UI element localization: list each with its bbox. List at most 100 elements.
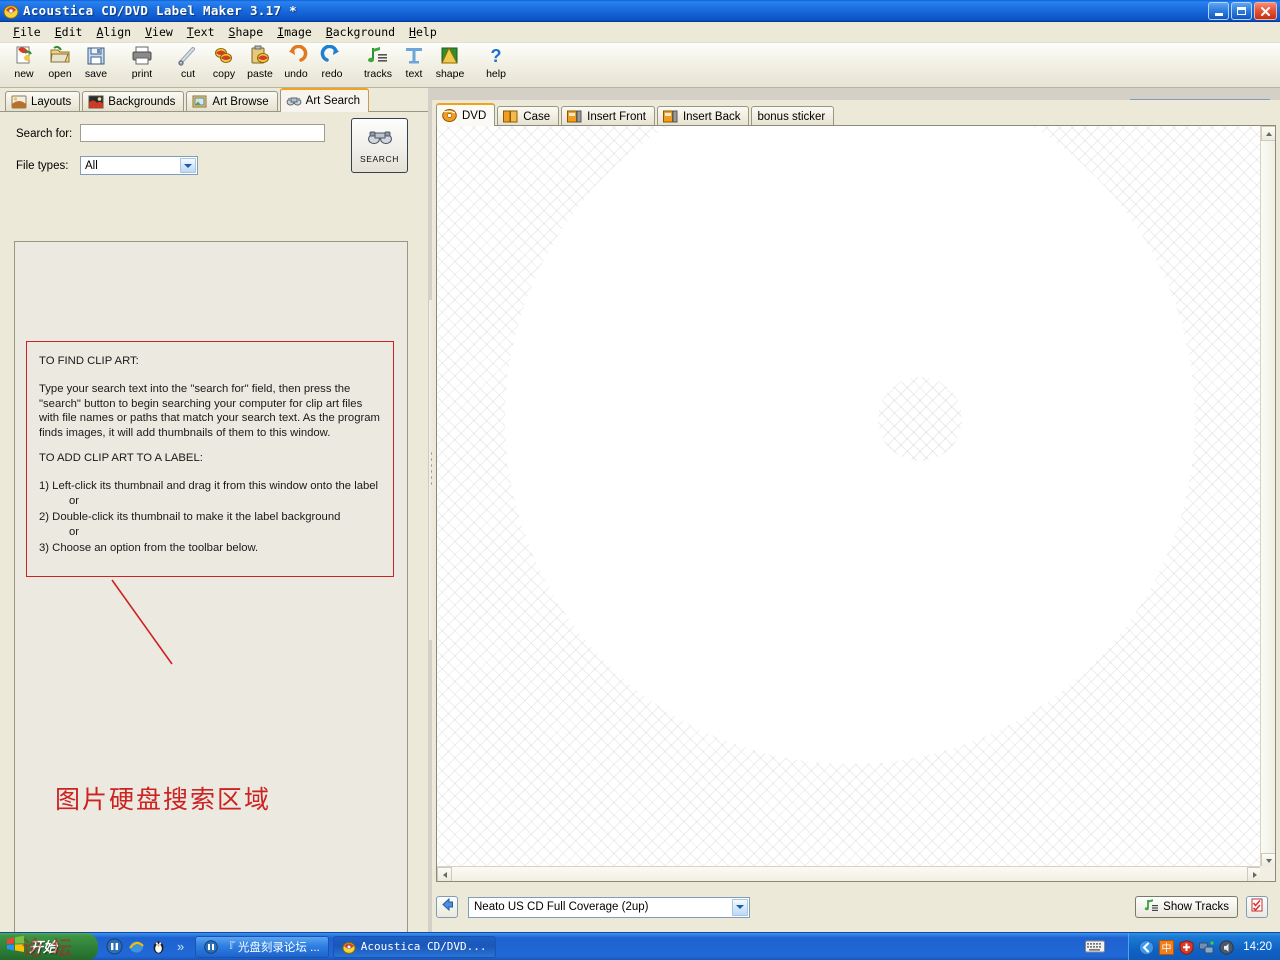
- checklist-button[interactable]: [1246, 896, 1268, 918]
- toolbar-button-redo[interactable]: redo: [314, 44, 350, 80]
- instructions-heading-2: TO ADD CLIP ART TO A LABEL:: [39, 452, 203, 465]
- media-player-icon[interactable]: [106, 938, 123, 955]
- toolbar-button-new[interactable]: new: [6, 45, 42, 80]
- disc-icon: [442, 109, 457, 122]
- menu-text[interactable]: Text: [180, 23, 222, 41]
- toolbar-button-paste[interactable]: paste: [242, 45, 278, 80]
- copy-icon: [212, 45, 236, 67]
- toolbar-label-paste: paste: [247, 68, 273, 80]
- instructions-item-1: 1) Left-click its thumbnail and drag it …: [39, 479, 379, 492]
- tab-dvd[interactable]: DVD: [436, 103, 496, 126]
- toolbar-button-text[interactable]: text: [396, 45, 432, 80]
- show-tracks-button[interactable]: Show Tracks: [1135, 896, 1238, 918]
- task-button-forum-label: 『 光盘刻录论坛 ...: [223, 941, 320, 954]
- start-button[interactable]: 开始: [0, 932, 98, 960]
- instructions-or-1: or: [69, 495, 80, 508]
- canvas-vertical-scrollbar[interactable]: [1260, 126, 1275, 868]
- insert-front-icon: [567, 110, 582, 123]
- task-button-acoustica[interactable]: Acoustica CD/DVD...: [332, 935, 496, 958]
- tab-art-browse[interactable]: Art Browse: [186, 91, 278, 112]
- scroll-up-button[interactable]: [1261, 126, 1275, 141]
- qq-penguin-icon[interactable]: [150, 938, 167, 955]
- minimize-button[interactable]: [1208, 2, 1229, 20]
- search-for-label: Search for:: [16, 128, 73, 140]
- application-window: Acoustica CD/DVD Label Maker 3.17 * FFil…: [0, 0, 1280, 960]
- maximize-button[interactable]: [1231, 2, 1252, 20]
- volume-icon[interactable]: [1219, 939, 1234, 955]
- menu-file[interactable]: FFileile: [6, 23, 48, 41]
- window-controls: [1208, 2, 1277, 20]
- art-results-area[interactable]: TO FIND CLIP ART: Type your search text …: [14, 241, 408, 955]
- tab-insert-back[interactable]: Insert Back: [656, 106, 750, 126]
- ie-browser-icon[interactable]: [128, 938, 145, 955]
- left-tab-strip: Layouts Backgrounds Art Browse Art Searc…: [0, 88, 428, 112]
- title-bar: Acoustica CD/DVD Label Maker 3.17 *: [0, 0, 1280, 22]
- menu-edit[interactable]: Edit: [48, 23, 90, 41]
- toolbar-button-help[interactable]: ? help: [478, 45, 514, 80]
- task-button-forum[interactable]: 『 光盘刻录论坛 ...: [195, 935, 329, 958]
- toolbar-button-copy[interactable]: copy: [206, 45, 242, 80]
- right-tab-strip: DVD Case Insert Front Insert Back bonus …: [436, 103, 836, 126]
- binoculars-icon: [286, 94, 302, 108]
- back-button[interactable]: [436, 896, 458, 918]
- tab-art-search[interactable]: Art Search: [279, 88, 369, 112]
- toolbar-label-undo: undo: [284, 68, 308, 80]
- paper-type-select[interactable]: Neato US CD Full Coverage (2up): [468, 896, 750, 918]
- tab-case[interactable]: Case: [497, 106, 560, 126]
- chevron-down-icon[interactable]: [180, 158, 196, 173]
- search-button[interactable]: SEARCH: [351, 118, 408, 173]
- instructions-box: TO FIND CLIP ART: Type your search text …: [26, 341, 394, 577]
- menu-shape[interactable]: Shape: [222, 23, 271, 41]
- app-icon: [342, 940, 356, 954]
- tab-bonus-sticker[interactable]: bonus sticker: [751, 106, 835, 126]
- quick-launch-bar: »: [106, 938, 189, 955]
- dvd-disc-shape[interactable]: [505, 126, 1195, 764]
- tab-backgrounds[interactable]: Backgrounds: [82, 91, 185, 112]
- label-canvas-container[interactable]: [436, 125, 1276, 882]
- search-input-field[interactable]: [81, 127, 324, 143]
- canvas-horizontal-scrollbar[interactable]: [437, 866, 1262, 881]
- toolbar-button-undo[interactable]: undo: [278, 44, 314, 80]
- binoculars-icon: [367, 128, 393, 150]
- show-hidden-icons-icon[interactable]: [1139, 939, 1155, 955]
- open-folder-icon: [48, 45, 72, 67]
- network-icon[interactable]: [1199, 940, 1214, 955]
- shape-tool-icon: [438, 45, 462, 67]
- menu-align[interactable]: Align: [89, 23, 138, 41]
- menu-background[interactable]: Background: [319, 23, 402, 41]
- toolbar-label-tracks: tracks: [363, 68, 392, 80]
- insert-back-icon: [662, 110, 678, 123]
- start-button-label: 开始: [29, 939, 57, 956]
- toolbar-label-new: new: [14, 68, 34, 80]
- label-canvas[interactable]: [437, 126, 1262, 868]
- menu-view[interactable]: View: [138, 23, 180, 41]
- svg-text:?: ?: [491, 46, 502, 66]
- menu-image[interactable]: Image: [270, 23, 319, 41]
- tab-art-search-label: Art Search: [305, 95, 360, 107]
- ime-icon[interactable]: 中: [1159, 939, 1175, 955]
- file-types-select[interactable]: All: [80, 156, 198, 175]
- toolbar-button-shape[interactable]: shape: [432, 45, 468, 80]
- new-document-icon: [12, 45, 36, 67]
- layouts-icon: [11, 95, 27, 109]
- menu-help[interactable]: Help: [402, 23, 444, 41]
- quick-launch-overflow[interactable]: »: [177, 939, 184, 954]
- search-input[interactable]: [80, 124, 325, 143]
- tab-insert-front[interactable]: Insert Front: [561, 106, 655, 126]
- security-shield-icon[interactable]: [1179, 939, 1194, 955]
- system-tray: 中 14:20: [1128, 933, 1280, 960]
- scroll-left-button[interactable]: [437, 867, 452, 881]
- paste-icon: [248, 45, 272, 67]
- chevron-down-icon[interactable]: [732, 898, 748, 916]
- taskbar-task-list: 『 光盘刻录论坛 ... Acoustica CD/DVD...: [195, 935, 496, 958]
- toolbar-button-cut[interactable]: cut: [170, 45, 206, 80]
- taskbar-clock[interactable]: 14:20: [1243, 941, 1272, 953]
- scissors-icon: [176, 45, 200, 67]
- toolbar-button-save[interactable]: save: [78, 45, 114, 80]
- toolbar-button-print[interactable]: print: [124, 45, 160, 80]
- toolbar-button-open[interactable]: open: [42, 45, 78, 80]
- close-button[interactable]: [1254, 2, 1277, 20]
- toolbar-button-tracks[interactable]: tracks: [360, 45, 396, 80]
- tab-layouts[interactable]: Layouts: [5, 91, 81, 112]
- keyboard-icon[interactable]: [1085, 939, 1105, 954]
